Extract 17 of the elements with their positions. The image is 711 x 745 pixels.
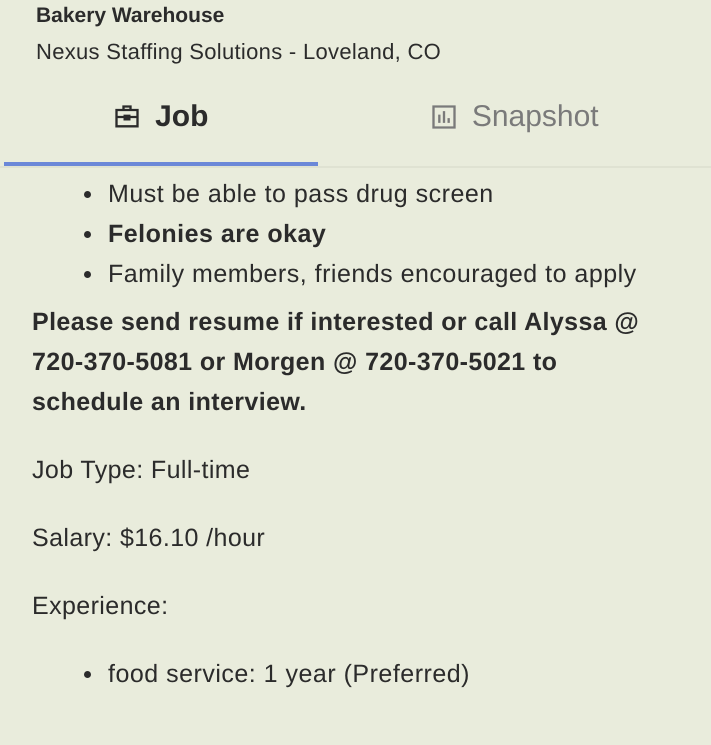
list-item: Must be able to pass drug screen	[108, 180, 494, 208]
paragraph: Job Type: Full-time	[32, 455, 252, 486]
bullet-icon	[84, 270, 91, 278]
paragraph: Salary: $16.10 /hour	[32, 523, 266, 554]
bar-chart-icon	[430, 103, 458, 131]
list-item: Family members, friends encouraged to apply	[108, 260, 637, 288]
bullet-icon	[84, 230, 91, 238]
company-location: Nexus Staffing Solutions - Loveland, CO	[36, 38, 442, 66]
tab[interactable]: Snapshot	[358, 78, 671, 166]
paragraph: Experience:	[32, 591, 170, 622]
list-item: Felonies are okay	[108, 220, 326, 248]
tab[interactable]: Job	[4, 78, 318, 166]
list-item: food service: 1 year (Preferred)	[108, 660, 470, 688]
bullet-icon	[84, 190, 91, 198]
paragraph: Please send resume if interested or call Alyssa @ 720-370-5081 or Morgen @ 720-370-5021 to schedule an interview.	[32, 307, 640, 418]
job-title: Bakery Warehouse	[36, 3, 226, 29]
bullet-icon	[84, 670, 91, 678]
